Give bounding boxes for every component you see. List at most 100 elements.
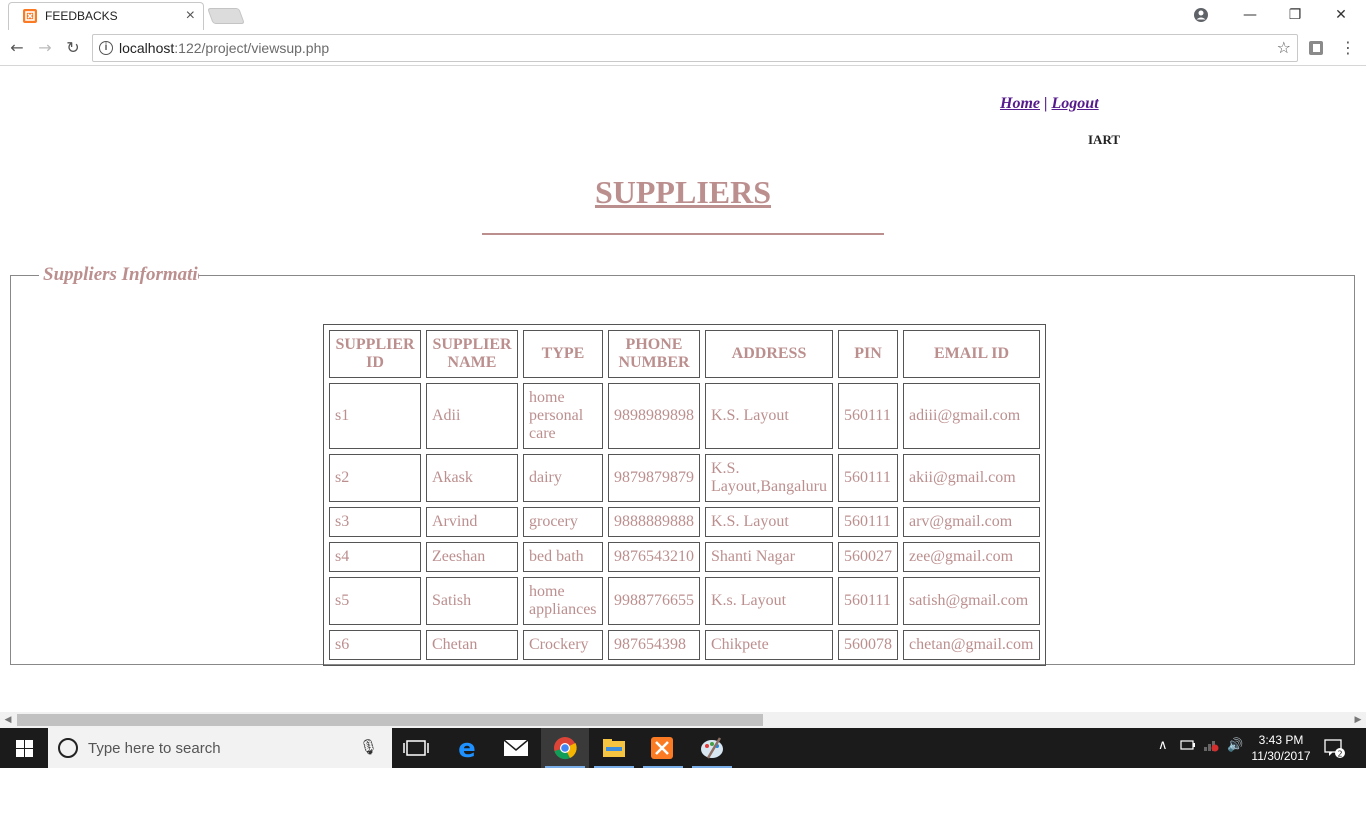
page-content: Home | Logout IART SUPPLIERS Suppliers I… (0, 66, 1366, 712)
logout-link[interactable]: Logout (1052, 95, 1099, 112)
mail-icon[interactable] (492, 728, 540, 768)
page-title: SUPPLIERS (594, 174, 772, 210)
xampp-icon[interactable] (639, 728, 687, 768)
cell-pin: 560111 (838, 383, 898, 449)
search-placeholder: Type here to search (88, 740, 221, 757)
cell-phone: 9876543210 (608, 542, 700, 572)
reload-icon[interactable]: ↻ (62, 37, 84, 59)
cell-pin: 560111 (838, 454, 898, 502)
fieldset-legend: Suppliers Information (43, 264, 199, 285)
cell-supplier-id: s2 (329, 454, 421, 502)
address-bar[interactable]: i localhost:122/project/viewsup.php ☆ (92, 34, 1298, 62)
header-type: TYPE (523, 330, 603, 378)
cell-phone: 9879879879 (608, 454, 700, 502)
restore-icon[interactable]: ❐ (1284, 4, 1306, 26)
taskbar-search-box[interactable]: Type here to search 🎙 (48, 728, 392, 768)
extension-icon[interactable] (1305, 37, 1327, 59)
browser-tab[interactable]: FEEDBACKS × (8, 2, 204, 30)
profile-icon[interactable] (1190, 4, 1212, 26)
cell-supplier-id: s5 (329, 577, 421, 625)
table-row: s2 Akask dairy 9879879879 K.S. Layout,Ba… (329, 454, 1040, 502)
scrollbar-thumb[interactable] (17, 714, 763, 726)
minimize-icon[interactable]: — (1239, 4, 1261, 26)
table-header-row: SUPPLIER ID SUPPLIER NAME TYPE PHONE NUM… (329, 330, 1040, 378)
url-path: :122/project/viewsup.php (174, 40, 330, 56)
file-explorer-icon[interactable] (590, 728, 638, 768)
back-icon[interactable]: ← (6, 37, 28, 59)
svg-text:e: e (458, 734, 476, 764)
cell-email: akii@gmail.com (903, 454, 1040, 502)
cell-supplier-name: Chetan (426, 630, 518, 660)
table-row: s3 Arvind grocery 9888889888 K.S. Layout… (329, 507, 1040, 537)
tab-title: FEEDBACKS (45, 9, 118, 23)
suppliers-table: SUPPLIER ID SUPPLIER NAME TYPE PHONE NUM… (323, 324, 1046, 666)
cell-phone: 987654398 (608, 630, 700, 660)
show-hidden-icons-icon[interactable]: ∧ (1158, 738, 1168, 753)
cell-supplier-id: s6 (329, 630, 421, 660)
cell-email: chetan@gmail.com (903, 630, 1040, 660)
table-row: s5 Satish home appliances 9988776655 K.s… (329, 577, 1040, 625)
header-phone-number: PHONE NUMBER (608, 330, 700, 378)
header-email-id: EMAIL ID (903, 330, 1040, 378)
header-supplier-id: SUPPLIER ID (329, 330, 421, 378)
url-host: localhost (119, 40, 175, 56)
paint-icon[interactable] (688, 728, 736, 768)
cell-address: K.s. Layout (705, 577, 833, 625)
windows-taskbar: Type here to search 🎙 e ∧ 🔊 3:43 PM 11/3… (0, 728, 1366, 768)
microphone-icon[interactable]: 🎙 (359, 738, 378, 756)
cell-email: arv@gmail.com (903, 507, 1040, 537)
cart-text: IART (1088, 132, 1121, 147)
chrome-taskbar-icon[interactable] (541, 728, 589, 768)
network-icon[interactable] (1203, 738, 1221, 756)
battery-icon[interactable] (1180, 738, 1196, 756)
cell-supplier-name: Zeeshan (426, 542, 518, 572)
cell-pin: 560027 (838, 542, 898, 572)
suppliers-fieldset: Suppliers Information SUPPLIER ID SUPPLI… (10, 264, 1355, 666)
home-link[interactable]: Home (1000, 95, 1040, 112)
url-text: localhost:122/project/viewsup.php (119, 40, 329, 56)
cell-phone: 9898989898 (608, 383, 700, 449)
cell-type: dairy (523, 454, 603, 502)
cell-supplier-name: Adii (426, 383, 518, 449)
cell-type: bed bath (523, 542, 603, 572)
table-row: s4 Zeeshan bed bath 9876543210 Shanti Na… (329, 542, 1040, 572)
new-tab-button[interactable] (207, 8, 245, 24)
cell-supplier-name: Arvind (426, 507, 518, 537)
cell-supplier-id: s4 (329, 542, 421, 572)
cell-pin: 560111 (838, 577, 898, 625)
task-view-icon[interactable] (392, 728, 440, 768)
cell-email: adiii@gmail.com (903, 383, 1040, 449)
header-supplier-name: SUPPLIER NAME (426, 330, 518, 378)
site-info-icon[interactable]: i (99, 41, 113, 55)
cell-pin: 560111 (838, 507, 898, 537)
browser-toolbar: ← → ↻ i localhost:122/project/viewsup.ph… (0, 30, 1366, 66)
volume-icon[interactable]: 🔊 (1227, 738, 1243, 753)
scroll-right-icon[interactable]: ▶ (1350, 712, 1366, 728)
horizontal-scrollbar[interactable]: ◀ ▶ (0, 712, 1366, 728)
bookmark-star-icon[interactable]: ☆ (1277, 38, 1291, 57)
blank-area (0, 768, 1366, 815)
scroll-left-icon[interactable]: ◀ (0, 712, 16, 728)
windows-start-icon[interactable] (16, 740, 33, 757)
forward-icon[interactable]: → (34, 37, 56, 59)
cell-address: Chikpete (705, 630, 833, 660)
cell-type: Crockery (523, 630, 603, 660)
cell-address: K.S. Layout,Bangaluru (705, 454, 833, 502)
top-navigation: Home | Logout (1000, 95, 1099, 113)
cell-type: home personal care (523, 383, 603, 449)
cell-supplier-id: s3 (329, 507, 421, 537)
action-center-icon[interactable]: 2 (1324, 739, 1346, 763)
table-row: s6 Chetan Crockery 987654398 Chikpete 56… (329, 630, 1040, 660)
window-close-icon[interactable]: ✕ (1330, 4, 1352, 26)
cortana-icon (58, 738, 78, 758)
title-divider (482, 233, 884, 235)
cell-type: grocery (523, 507, 603, 537)
cell-address: K.S. Layout (705, 383, 833, 449)
nav-separator: | (1044, 95, 1048, 112)
chrome-menu-icon[interactable]: ⋮ (1337, 37, 1359, 59)
taskbar-clock[interactable]: 3:43 PM 11/30/2017 (1246, 732, 1316, 764)
cell-phone: 9888889888 (608, 507, 700, 537)
edge-browser-icon[interactable]: e (443, 728, 491, 768)
cell-supplier-name: Akask (426, 454, 518, 502)
tab-close-icon[interactable]: × (186, 6, 195, 26)
